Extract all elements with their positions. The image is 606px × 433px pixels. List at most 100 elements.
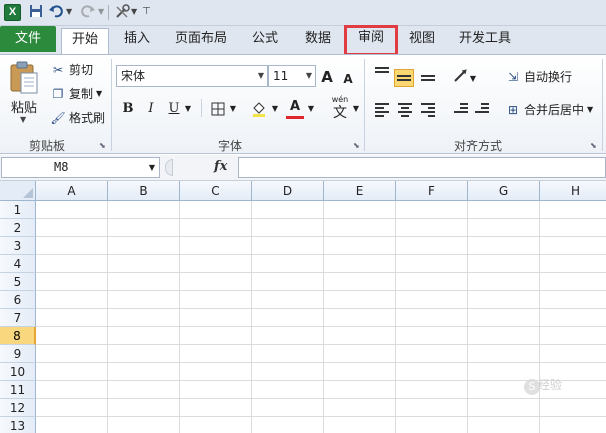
grid-line [467,201,468,433]
grid-line [36,308,606,309]
font-launcher-icon[interactable]: ⬊ [353,141,360,150]
save-icon[interactable] [28,4,44,20]
underline-button[interactable]: U [166,99,182,119]
formula-input[interactable] [238,157,606,178]
row-header-10[interactable]: 10 [0,363,36,381]
copy-dropdown-icon[interactable]: ▼ [96,89,102,98]
font-size-select[interactable]: 11 ▼ [268,65,316,87]
undo-dropdown-icon[interactable]: ▼ [66,4,72,20]
alignment-group-label: 对齐方式 [453,139,502,153]
tab-data[interactable]: 数据 [296,28,340,54]
borders-icon[interactable] [209,99,227,119]
row-header-2[interactable]: 2 [0,219,36,237]
row-header-12[interactable]: 12 [0,399,36,417]
font-color-dropdown-icon[interactable]: ▼ [307,99,315,119]
align-center-icon[interactable] [396,101,414,119]
row-header-6[interactable]: 6 [0,291,36,309]
increase-indent-icon[interactable] [473,101,491,119]
align-middle-icon[interactable] [394,69,414,87]
merge-center-button[interactable]: ⊞ 合并后居中 ▼ [505,101,593,118]
undo-icon[interactable] [48,4,64,20]
decrease-indent-icon[interactable] [452,101,470,119]
orientation-dropdown-icon[interactable]: ▼ [469,69,477,89]
merge-center-label: 合并后居中 [524,103,585,117]
quick-access-toolbar: X ▼ ▼ ▼ ⊤ [0,0,606,26]
align-right-icon[interactable] [419,101,437,119]
alignment-launcher-icon[interactable]: ⬊ [590,141,597,150]
row-header-9[interactable]: 9 [0,345,36,363]
fill-color-icon[interactable] [250,99,268,119]
cut-button[interactable]: ✂ 剪切 [50,61,93,78]
tab-view[interactable]: 视图 [400,28,444,54]
copy-label: 复制 [69,87,94,101]
column-header-a[interactable]: A [36,181,108,201]
italic-button[interactable]: I [143,99,159,119]
column-header-c[interactable]: C [180,181,252,201]
customize-qat-icon[interactable]: ⊤ [142,4,151,20]
row-header-3[interactable]: 3 [0,237,36,255]
tab-file[interactable]: 文件 [0,26,56,52]
tab-review[interactable]: 审阅 [344,25,398,56]
clipboard-launcher-icon[interactable]: ⬊ [99,141,106,150]
row-header-13[interactable]: 13 [0,417,36,433]
copy-button[interactable]: ❐ 复制 ▼ [50,85,103,102]
row-header-4[interactable]: 4 [0,255,36,273]
tab-page-layout[interactable]: 页面布局 [168,28,234,54]
grid-line [36,344,606,345]
shrink-font-button[interactable]: A [341,69,355,89]
row-header-1[interactable]: 1 [0,201,36,219]
row-header-8[interactable]: 8 [0,327,36,345]
font-color-button[interactable]: A [286,99,304,119]
tools-icon[interactable] [114,4,130,20]
qat-separator [108,5,109,20]
grid-line [36,272,606,273]
format-painter-button[interactable]: 🖌 格式刷 [50,109,105,126]
tab-developer[interactable]: 开发工具 [452,28,518,54]
paste-icon[interactable] [8,61,40,95]
column-header-g[interactable]: G [468,181,540,201]
borders-dropdown-icon[interactable]: ▼ [229,99,237,119]
tab-formulas[interactable]: 公式 [243,28,287,54]
grid-line [36,236,606,237]
grid-line [36,398,606,399]
row-header-11[interactable]: 11 [0,381,36,399]
align-left-icon[interactable] [373,101,391,119]
column-header-f[interactable]: F [396,181,468,201]
worksheet-grid[interactable]: A B C D E F G H 1 2 3 4 5 6 7 8 9 10 11 … [0,181,606,433]
row-header-5[interactable]: 5 [0,273,36,291]
tab-home[interactable]: 开始 [61,28,109,55]
merge-dropdown-icon[interactable]: ▼ [587,105,593,114]
column-header-e[interactable]: E [324,181,396,201]
row-header-7[interactable]: 7 [0,309,36,327]
align-top-icon[interactable] [373,65,391,83]
insert-function-icon[interactable]: fx [214,159,227,174]
bold-button[interactable]: B [120,99,136,119]
phonetic-guide-button[interactable]: 文 [330,105,350,125]
phonetic-dropdown-icon[interactable]: ▼ [352,99,360,119]
redo-icon[interactable] [80,4,96,20]
column-header-b[interactable]: B [108,181,180,201]
excel-app-icon[interactable]: X [4,4,21,21]
name-box[interactable]: M8 ▼ [1,157,160,178]
tab-insert[interactable]: 插入 [115,28,159,54]
paste-button[interactable]: 粘贴 [11,97,37,116]
format-painter-icon: 🖌 [50,110,66,125]
redo-dropdown-icon[interactable]: ▼ [98,4,104,20]
grid-line [36,326,606,327]
name-box-dropdown-icon[interactable]: ▼ [149,158,155,177]
grid-line [107,201,108,433]
grid-line [36,362,606,363]
wrap-text-button[interactable]: ⇲ 自动换行 [505,68,572,85]
orientation-icon[interactable] [452,67,470,85]
formula-bar-splitter[interactable] [165,159,173,176]
tools-dropdown-icon[interactable]: ▼ [131,4,137,20]
grow-font-button[interactable]: A [319,67,335,87]
font-name-select[interactable]: 宋体 ▼ [116,65,268,87]
column-header-d[interactable]: D [252,181,324,201]
column-header-h[interactable]: H [540,181,606,201]
align-bottom-icon[interactable] [419,69,437,87]
underline-dropdown-icon[interactable]: ▼ [184,99,192,119]
select-all-button[interactable] [0,181,36,201]
paste-dropdown-icon[interactable]: ▼ [20,115,26,124]
fill-color-dropdown-icon[interactable]: ▼ [271,99,279,119]
